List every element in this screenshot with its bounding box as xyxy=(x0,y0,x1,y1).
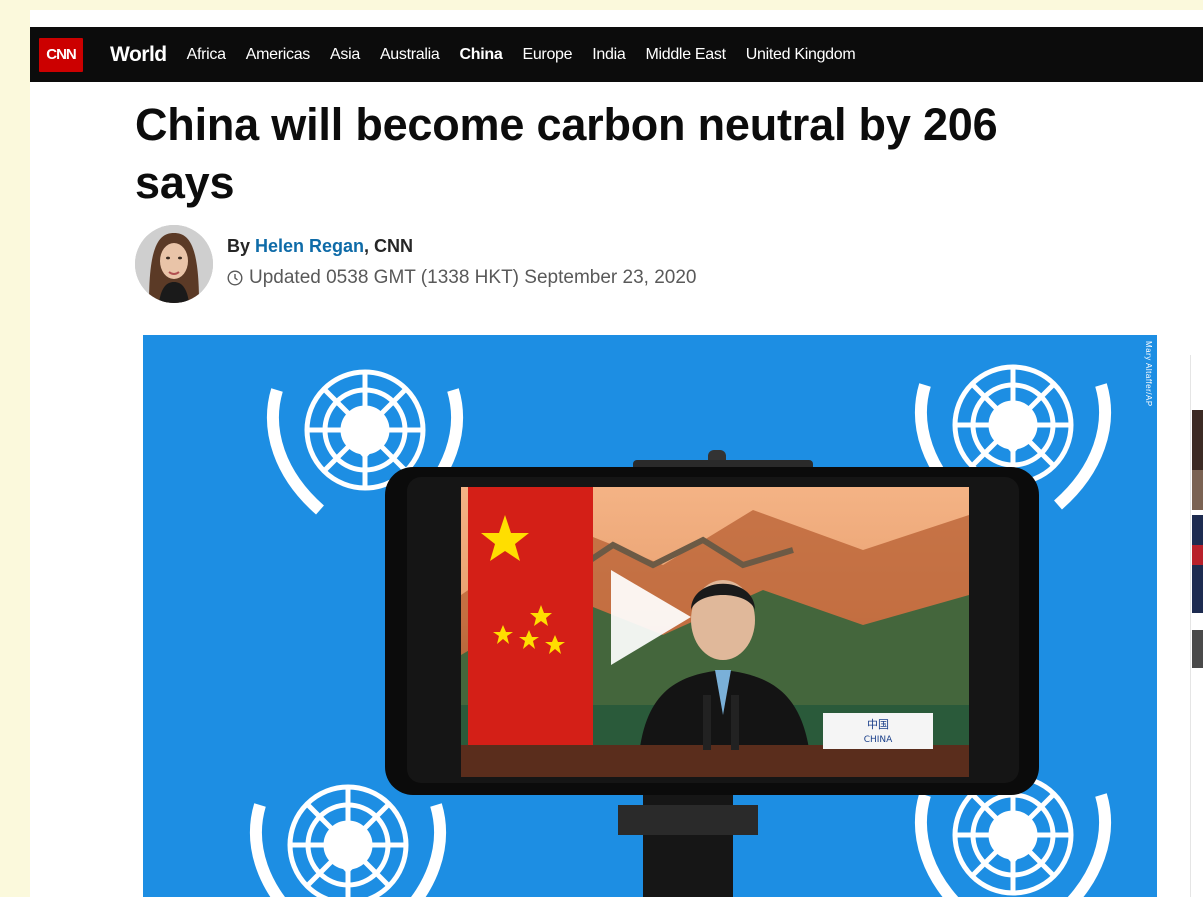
related-thumbnail-1[interactable] xyxy=(1192,410,1203,510)
headline: China will become carbon neutral by 206 … xyxy=(135,96,1203,212)
photo-credit: Mary Altaffer/AP xyxy=(1144,341,1153,407)
nav-link-americas[interactable]: Americas xyxy=(246,46,311,64)
nav-link-middle-east[interactable]: Middle East xyxy=(645,46,726,64)
byline-prefix: By xyxy=(227,236,256,256)
desk-sign-cn: 中国 xyxy=(867,718,889,731)
related-thumbnail-3[interactable] xyxy=(1192,630,1203,668)
nav-link-africa[interactable]: Africa xyxy=(187,46,226,64)
hero-video-frame: 中国 CHINA xyxy=(143,335,1157,897)
top-navigation: CNN World Africa Americas Asia Australia… xyxy=(30,27,1203,82)
section-title-world[interactable]: World xyxy=(110,43,167,67)
nav-link-asia[interactable]: Asia xyxy=(330,46,360,64)
desk-sign-en: CHINA xyxy=(864,735,893,745)
nav-link-india[interactable]: India xyxy=(592,46,626,64)
nav-link-europe[interactable]: Europe xyxy=(522,46,572,64)
updated-text: Updated 0538 GMT (1338 HKT) September 23… xyxy=(249,267,697,288)
headline-line-2: says xyxy=(135,157,235,208)
author-outlet: , CNN xyxy=(364,236,414,256)
related-thumbnail-2[interactable] xyxy=(1192,515,1203,613)
right-rail xyxy=(1190,355,1203,897)
right-rail-divider xyxy=(1190,355,1191,897)
nav-link-china[interactable]: China xyxy=(460,46,503,64)
byline: By Helen Regan, CNN Updated 0538 GMT (13… xyxy=(135,225,835,305)
author-avatar[interactable] xyxy=(135,225,213,303)
nav-link-australia[interactable]: Australia xyxy=(380,46,440,64)
author-link[interactable]: Helen Regan xyxy=(255,236,364,256)
clock-icon xyxy=(227,270,243,286)
article-page: CNN World Africa Americas Asia Australia… xyxy=(30,10,1203,897)
nav-link-united-kingdom[interactable]: United Kingdom xyxy=(746,46,856,64)
cnn-logo[interactable]: CNN xyxy=(39,37,83,72)
hero-video[interactable]: 中国 CHINA Mary Altaffer/AP xyxy=(143,335,1157,897)
author-line: By Helen Regan, CNN xyxy=(227,236,413,257)
updated-timestamp: Updated 0538 GMT (1338 HKT) September 23… xyxy=(227,267,696,289)
headline-line-1: China will become carbon neutral by 206 xyxy=(135,99,998,150)
